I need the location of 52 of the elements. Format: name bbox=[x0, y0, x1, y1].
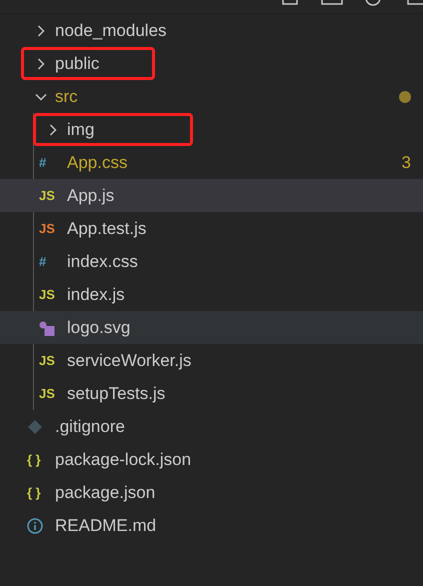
js-file-icon: JS bbox=[39, 287, 55, 302]
js-file-icon: JS bbox=[39, 386, 55, 401]
file-name: logo.svg bbox=[67, 318, 130, 338]
file-name: App.test.js bbox=[67, 218, 146, 238]
file-name: setupTests.js bbox=[67, 384, 166, 404]
file-name: package.json bbox=[55, 482, 156, 502]
file-row[interactable]: JS setupTests.js bbox=[0, 377, 423, 410]
folder-name: src bbox=[55, 86, 78, 106]
folder-name: public bbox=[55, 54, 100, 74]
toolbar-icon[interactable] bbox=[407, 0, 423, 5]
file-row[interactable]: { } package-lock.json bbox=[0, 443, 423, 476]
file-row[interactable]: .gitignore bbox=[0, 410, 423, 443]
image-file-icon bbox=[39, 320, 55, 336]
info-icon bbox=[27, 518, 43, 534]
file-name: README.md bbox=[55, 516, 156, 536]
toolbar-icon[interactable] bbox=[282, 0, 298, 5]
file-name: index.css bbox=[67, 252, 138, 272]
git-file-icon bbox=[27, 418, 43, 434]
file-name: index.js bbox=[67, 284, 125, 304]
folder-name: node_modules bbox=[55, 20, 167, 40]
file-name: .gitignore bbox=[55, 416, 125, 436]
file-row[interactable]: JS index.js bbox=[0, 278, 423, 311]
file-name: serviceWorker.js bbox=[67, 350, 192, 370]
file-row[interactable]: # index.css bbox=[0, 245, 423, 278]
json-file-icon: { } bbox=[27, 452, 41, 467]
json-file-icon: { } bbox=[27, 485, 41, 500]
file-name: App.css bbox=[67, 152, 128, 172]
file-row[interactable]: JS App.test.js bbox=[0, 212, 423, 245]
file-row[interactable]: JS serviceWorker.js bbox=[0, 344, 423, 377]
js-file-icon: JS bbox=[39, 221, 55, 236]
problem-count: 3 bbox=[402, 152, 411, 172]
toolbar-icon[interactable] bbox=[365, 0, 381, 6]
css-file-icon: # bbox=[39, 254, 46, 269]
folder-row[interactable]: node_modules bbox=[0, 14, 423, 47]
chevron-right-icon[interactable] bbox=[35, 58, 47, 70]
css-file-icon: # bbox=[39, 155, 46, 170]
chevron-right-icon[interactable] bbox=[47, 124, 59, 136]
js-file-icon: JS bbox=[39, 353, 55, 368]
file-row[interactable]: # App.css 3 bbox=[0, 146, 423, 179]
folder-row[interactable]: public bbox=[0, 47, 423, 80]
file-row[interactable]: JS App.js bbox=[0, 179, 423, 212]
file-row[interactable]: logo.svg bbox=[0, 311, 423, 344]
folder-row[interactable]: src bbox=[0, 80, 423, 113]
chevron-right-icon[interactable] bbox=[35, 24, 47, 36]
folder-name: img bbox=[67, 120, 94, 140]
folder-row[interactable]: img bbox=[0, 113, 423, 146]
file-name: package-lock.json bbox=[55, 450, 192, 470]
file-name: App.js bbox=[67, 186, 114, 206]
file-row[interactable]: README.md bbox=[0, 509, 423, 542]
file-row[interactable]: { } package.json bbox=[0, 476, 423, 509]
js-file-icon: JS bbox=[39, 188, 55, 203]
toolbar-icon[interactable] bbox=[321, 0, 343, 5]
